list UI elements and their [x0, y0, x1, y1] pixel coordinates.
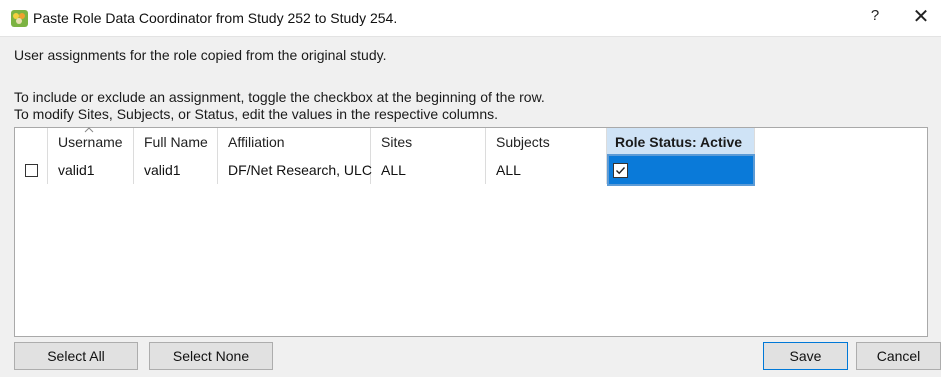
header-subjects-label: Subjects — [496, 134, 550, 150]
sites-cell[interactable]: ALL — [371, 156, 486, 184]
header-subjects[interactable]: Subjects — [486, 128, 607, 156]
description-line-3: To modify Sites, Subjects, or Status, ed… — [14, 106, 499, 122]
role-active-checkbox[interactable] — [613, 163, 628, 178]
cancel-button[interactable]: Cancel — [856, 342, 941, 370]
header-affiliation[interactable]: Affiliation — [218, 128, 371, 156]
header-username-label: Username — [58, 134, 123, 150]
sort-caret-icon — [84, 127, 94, 133]
full-name-cell[interactable]: valid1 — [134, 156, 218, 184]
header-role-status-label: Role Status: Active — [615, 134, 743, 150]
header-sites[interactable]: Sites — [371, 128, 486, 156]
select-none-button[interactable]: Select None — [149, 342, 273, 370]
checkmark-icon — [616, 167, 626, 175]
table-row: valid1 valid1 DF/Net Research, ULC ALL A… — [15, 154, 927, 186]
window-title: Paste Role Data Coordinator from Study 2… — [33, 10, 398, 26]
close-button[interactable]: ✕ — [908, 5, 934, 31]
role-status-cell[interactable] — [607, 154, 755, 186]
affiliation-cell[interactable]: DF/Net Research, ULC — [218, 156, 372, 184]
header-sites-label: Sites — [381, 134, 413, 150]
header-username[interactable]: Username — [48, 127, 134, 156]
assignments-table: Username Full Name Affiliation Sites Sub… — [14, 127, 928, 337]
select-all-button[interactable]: Select All — [14, 342, 138, 370]
header-include — [15, 128, 48, 156]
include-cell — [15, 156, 48, 184]
username-cell[interactable]: valid1 — [48, 156, 134, 184]
help-button[interactable]: ? — [865, 7, 885, 29]
include-checkbox[interactable] — [25, 164, 38, 177]
header-full-name[interactable]: Full Name — [134, 128, 218, 156]
description-line-1: User assignments for the role copied fro… — [14, 47, 387, 63]
title-bar: Paste Role Data Coordinator from Study 2… — [0, 0, 941, 37]
header-full-name-label: Full Name — [144, 134, 208, 150]
subjects-cell[interactable]: ALL — [486, 156, 607, 184]
header-affiliation-label: Affiliation — [228, 134, 285, 150]
description-line-2: To include or exclude an assignment, tog… — [14, 89, 545, 105]
app-logo-icon — [11, 10, 28, 27]
header-role-status[interactable]: Role Status: Active — [607, 128, 755, 156]
save-button[interactable]: Save — [763, 342, 848, 370]
